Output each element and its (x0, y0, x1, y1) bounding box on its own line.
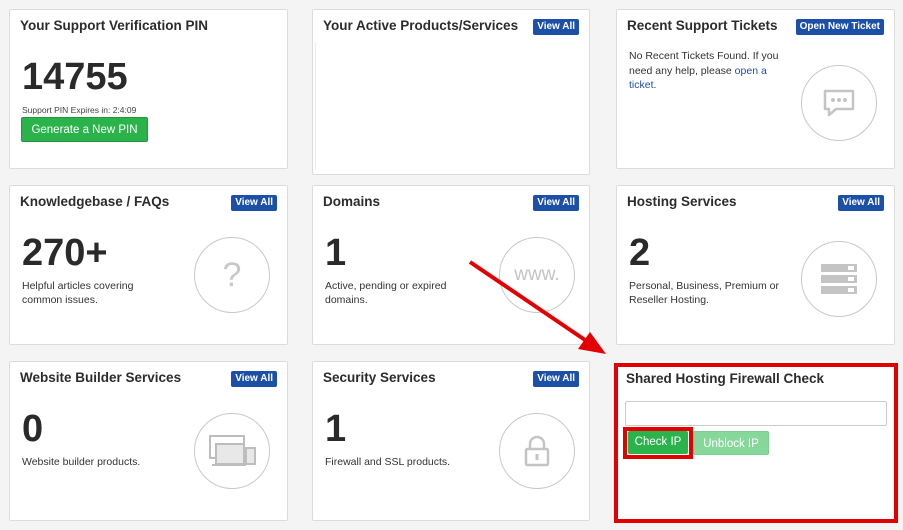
builder-card: Website Builder Services View All 0 Webs… (9, 361, 288, 521)
security-view-all-button[interactable]: View All (533, 371, 579, 387)
builder-description: Website builder products. (22, 456, 141, 468)
products-card-title: Your Active Products/Services (323, 18, 519, 33)
question-icon: ? (194, 237, 270, 313)
hosting-card: Hosting Services View All 2 Personal, Bu… (616, 185, 895, 345)
server-icon (801, 241, 877, 317)
tickets-card-title: Recent Support Tickets (627, 18, 778, 33)
domains-card: Domains View All 1 Active, pending or ex… (312, 185, 590, 345)
products-view-all-button[interactable]: View All (533, 19, 579, 35)
builder-view-all-button[interactable]: View All (231, 371, 277, 387)
lock-icon (499, 413, 575, 489)
hosting-view-all-button[interactable]: View All (838, 195, 884, 211)
devices-icon (194, 413, 270, 489)
kb-count: 270+ (22, 232, 108, 274)
hosting-count: 2 (629, 232, 651, 274)
kb-description: Helpful articles covering common issues. (22, 280, 134, 306)
hosting-card-title: Hosting Services (627, 194, 737, 209)
products-list-area[interactable] (315, 42, 587, 170)
chat-icon (801, 65, 877, 141)
question-icon-glyph: ? (222, 255, 242, 294)
domains-count: 1 (325, 232, 347, 274)
security-count: 1 (325, 408, 347, 450)
open-new-ticket-button[interactable]: Open New Ticket (795, 19, 884, 35)
www-icon-glyph: www. (514, 264, 560, 285)
tickets-message: No Recent Tickets Found. If you need any… (629, 49, 789, 93)
domains-description: Active, pending or expired domains. (325, 280, 447, 306)
kb-card-title: Knowledgebase / FAQs (20, 194, 170, 209)
pin-expiry: Support PIN Expires in: 2:4:09 (22, 105, 137, 115)
security-description: Firewall and SSL products. (325, 456, 451, 468)
kb-view-all-button[interactable]: View All (231, 195, 277, 211)
builder-count: 0 (22, 408, 44, 450)
tickets-message-end: . (653, 79, 657, 91)
domains-view-all-button[interactable]: View All (533, 195, 579, 211)
security-card: Security Services View All 1 Firewall an… (312, 361, 590, 521)
www-icon: www. (499, 237, 575, 313)
generate-pin-button[interactable]: Generate a New PIN (21, 117, 148, 142)
domains-card-title: Domains (323, 194, 381, 209)
security-card-title: Security Services (323, 370, 436, 385)
kb-card: Knowledgebase / FAQs View All 270+ Helpf… (9, 185, 288, 345)
pin-card-title: Your Support Verification PIN (20, 18, 209, 33)
builder-card-title: Website Builder Services (20, 370, 182, 385)
products-card: Your Active Products/Services View All (312, 9, 590, 175)
support-pin: 14755 (22, 56, 128, 98)
tickets-card: Recent Support Tickets Open New Ticket N… (616, 9, 895, 169)
check-ip-highlight-box (623, 427, 693, 459)
pin-card: Your Support Verification PIN 14755 Supp… (9, 9, 288, 169)
hosting-description: Personal, Business, Premium or Reseller … (629, 280, 779, 306)
